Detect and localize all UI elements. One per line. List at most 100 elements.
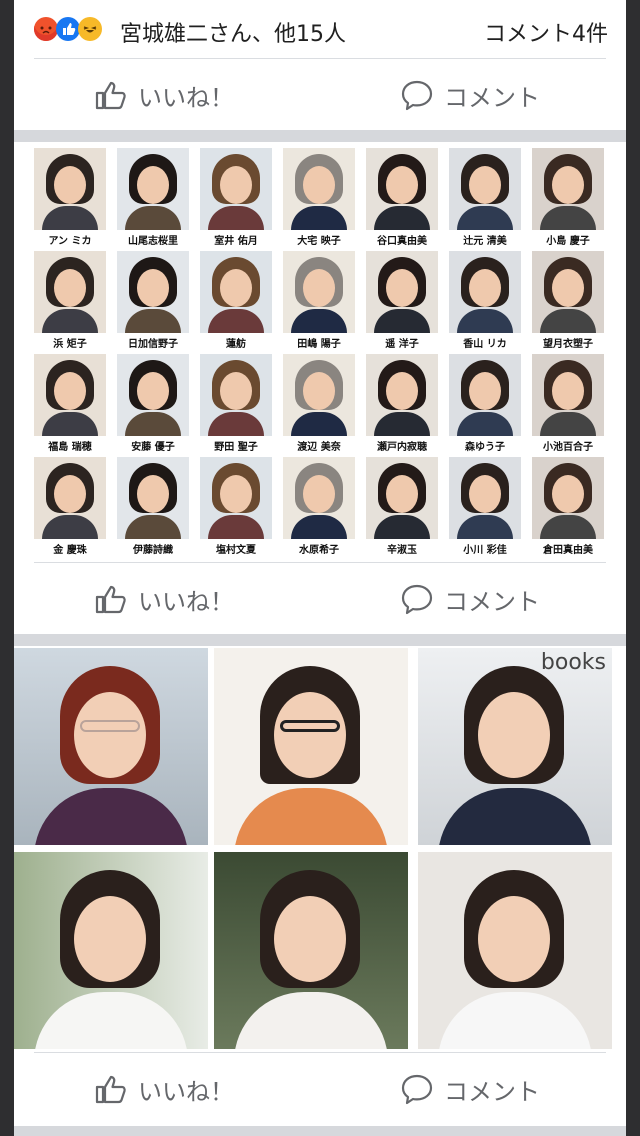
portrait-caption: 倉田真由美	[543, 545, 593, 556]
comment-count[interactable]: コメント4件	[484, 16, 608, 48]
portrait-cell: 山尾志桜里	[113, 148, 193, 248]
comment-bubble-icon	[401, 80, 433, 111]
portrait-photo[interactable]	[14, 648, 208, 845]
post-separator	[14, 634, 626, 646]
portrait-caption: 安藤 優子	[131, 442, 175, 453]
divider	[34, 58, 606, 59]
like-button[interactable]: いいね！	[94, 78, 234, 112]
portrait-caption: 森ゆう子	[465, 442, 505, 453]
portrait-caption: 浜 矩子	[53, 339, 87, 350]
like-label: いいね！	[138, 83, 234, 112]
action-bar: いいね！ コメント	[14, 1052, 626, 1124]
portrait-thumbnail	[366, 354, 438, 436]
portrait-thumbnail	[200, 251, 272, 333]
portrait-cell: 香山 リカ	[445, 251, 525, 351]
like-button[interactable]: いいね！	[94, 582, 234, 616]
portrait-caption: 渡辺 美奈	[297, 442, 341, 453]
portrait-caption: 小川 彩佳	[463, 545, 507, 556]
portrait-caption: 福島 瑞穂	[48, 442, 92, 453]
comment-button[interactable]: コメント	[400, 1072, 540, 1106]
comment-label: コメント	[444, 83, 540, 112]
like-icon	[56, 17, 80, 41]
portrait-cell: 望月衣塑子	[528, 251, 608, 351]
portrait-caption: 瀬戸内寂聴	[377, 442, 427, 453]
angry-icon	[34, 17, 58, 41]
thumbs-up-icon	[95, 585, 126, 614]
portrait-cell: 浜 矩子	[30, 251, 110, 351]
portrait-cell: 室井 佑月	[196, 148, 276, 248]
portrait-cell: 安藤 優子	[113, 354, 193, 454]
portrait-thumbnail	[532, 148, 604, 230]
portrait-caption: 野田 聖子	[214, 442, 258, 453]
portrait-caption: 小島 慶子	[546, 236, 590, 247]
portrait-thumbnail	[200, 354, 272, 436]
portrait-collage[interactable]: アン ミカ 山尾志桜里 室井 佑月 大宅 映子 谷口真由美 辻元 清美 小島 慶子浜 矩子 日…	[30, 148, 610, 556]
portrait-thumbnail	[449, 251, 521, 333]
portrait-caption: 辛淑玉	[387, 545, 417, 556]
like-label: いいね！	[138, 587, 234, 616]
portrait-caption: 遥 洋子	[385, 339, 419, 350]
portrait-cell: 日加信野子	[113, 251, 193, 351]
portrait-thumbnail	[34, 148, 106, 230]
portrait-caption: 望月衣塑子	[543, 339, 593, 350]
portrait-thumbnail	[283, 457, 355, 539]
comment-label: コメント	[444, 587, 540, 616]
portrait-cell: 小川 彩佳	[445, 457, 525, 557]
portrait-thumbnail	[200, 148, 272, 230]
portrait-cell: 辛淑玉	[362, 457, 442, 557]
books-sign: books	[540, 650, 606, 675]
portrait-caption: アン ミカ	[48, 236, 92, 247]
action-bar: いいね！ コメント	[14, 58, 626, 130]
portrait-thumbnail	[449, 457, 521, 539]
comment-button[interactable]: コメント	[400, 78, 540, 112]
portrait-thumbnail	[283, 354, 355, 436]
portrait-caption: 塩村文夏	[216, 545, 256, 556]
portrait-caption: 金 慶珠	[53, 545, 87, 556]
portrait-cell: 遥 洋子	[362, 251, 442, 351]
portrait-caption: 大宅 映子	[297, 236, 341, 247]
portrait-photo[interactable]	[418, 852, 612, 1049]
portrait-thumbnail	[366, 457, 438, 539]
portrait-cell: 辻元 清美	[445, 148, 525, 248]
portrait-cell: 倉田真由美	[528, 457, 608, 557]
comment-button[interactable]: コメント	[400, 582, 540, 616]
comment-bubble-icon	[401, 584, 433, 615]
portrait-caption: 蓮舫	[226, 339, 246, 350]
thumbs-up-icon	[95, 1075, 126, 1104]
like-label: いいね！	[138, 1077, 234, 1106]
portrait-cell: 金 慶珠	[30, 457, 110, 557]
portrait-thumbnail	[283, 148, 355, 230]
portrait-cell: 谷口真由美	[362, 148, 442, 248]
portrait-cell: アン ミカ	[30, 148, 110, 248]
portrait-caption: 谷口真由美	[377, 236, 427, 247]
portrait-thumbnail	[34, 354, 106, 436]
portrait-thumbnail	[200, 457, 272, 539]
portrait-caption: 室井 佑月	[214, 236, 258, 247]
comment-bubble-icon	[401, 1074, 433, 1105]
thumbs-up-icon	[95, 81, 126, 110]
portrait-caption: 伊藤詩織	[133, 545, 173, 556]
like-button[interactable]: いいね！	[94, 1072, 234, 1106]
portrait-thumbnail	[449, 148, 521, 230]
portrait-cell: 大宅 映子	[279, 148, 359, 248]
portrait-photo[interactable]: books	[418, 648, 612, 845]
comment-label: コメント	[444, 1077, 540, 1106]
portrait-photo[interactable]	[214, 852, 408, 1049]
portrait-cell: 瀬戸内寂聴	[362, 354, 442, 454]
reaction-names[interactable]: 宮城雄二さん、他15人	[120, 16, 346, 48]
portrait-thumbnail	[117, 457, 189, 539]
portrait-cell: 小池百合子	[528, 354, 608, 454]
portrait-cell: 水原希子	[279, 457, 359, 557]
photo-collage[interactable]: books	[14, 648, 612, 1050]
portrait-cell: 福島 瑞穂	[30, 354, 110, 454]
portrait-cell: 小島 慶子	[528, 148, 608, 248]
portrait-thumbnail	[366, 148, 438, 230]
portrait-thumbnail	[532, 354, 604, 436]
portrait-photo[interactable]	[14, 852, 208, 1049]
portrait-photo[interactable]	[214, 648, 408, 845]
reactions-summary[interactable]: 宮城雄二さん、他15人 コメント4件	[34, 14, 608, 48]
divider	[34, 1052, 606, 1053]
action-bar: いいね！ コメント	[14, 562, 626, 634]
portrait-cell: 蓮舫	[196, 251, 276, 351]
portrait-cell: 野田 聖子	[196, 354, 276, 454]
